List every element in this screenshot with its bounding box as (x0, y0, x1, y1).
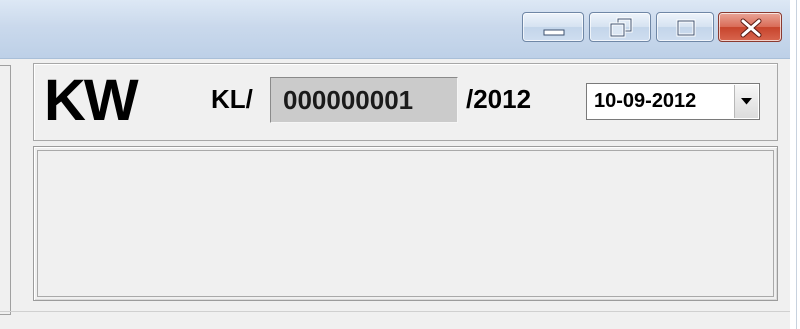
document-number-field[interactable]: 000000001 (270, 77, 458, 123)
restore-icon (609, 17, 633, 38)
right-window-edge (790, 0, 800, 329)
left-panel (0, 65, 11, 315)
date-picker[interactable]: 10-09-2012 (586, 83, 760, 120)
edge-line (796, 0, 797, 329)
date-dropdown-button[interactable] (734, 85, 758, 118)
minimize-button[interactable] (522, 12, 584, 42)
close-icon (740, 18, 762, 38)
bottom-divider (0, 311, 790, 312)
maximize-button[interactable] (656, 12, 714, 42)
content-area[interactable] (37, 150, 774, 297)
title-bar[interactable] (0, 0, 790, 59)
document-type-title: KW (44, 68, 139, 133)
number-prefix-label: KL/ (211, 84, 253, 114)
date-value: 10-09-2012 (594, 90, 697, 112)
year-suffix-label: /2012 (466, 84, 532, 114)
content-panel (33, 146, 778, 301)
minimize-icon (543, 29, 565, 36)
chevron-down-icon (741, 98, 752, 105)
maximize-icon (676, 19, 696, 37)
close-button[interactable] (718, 12, 782, 42)
restore-button[interactable] (589, 12, 651, 42)
